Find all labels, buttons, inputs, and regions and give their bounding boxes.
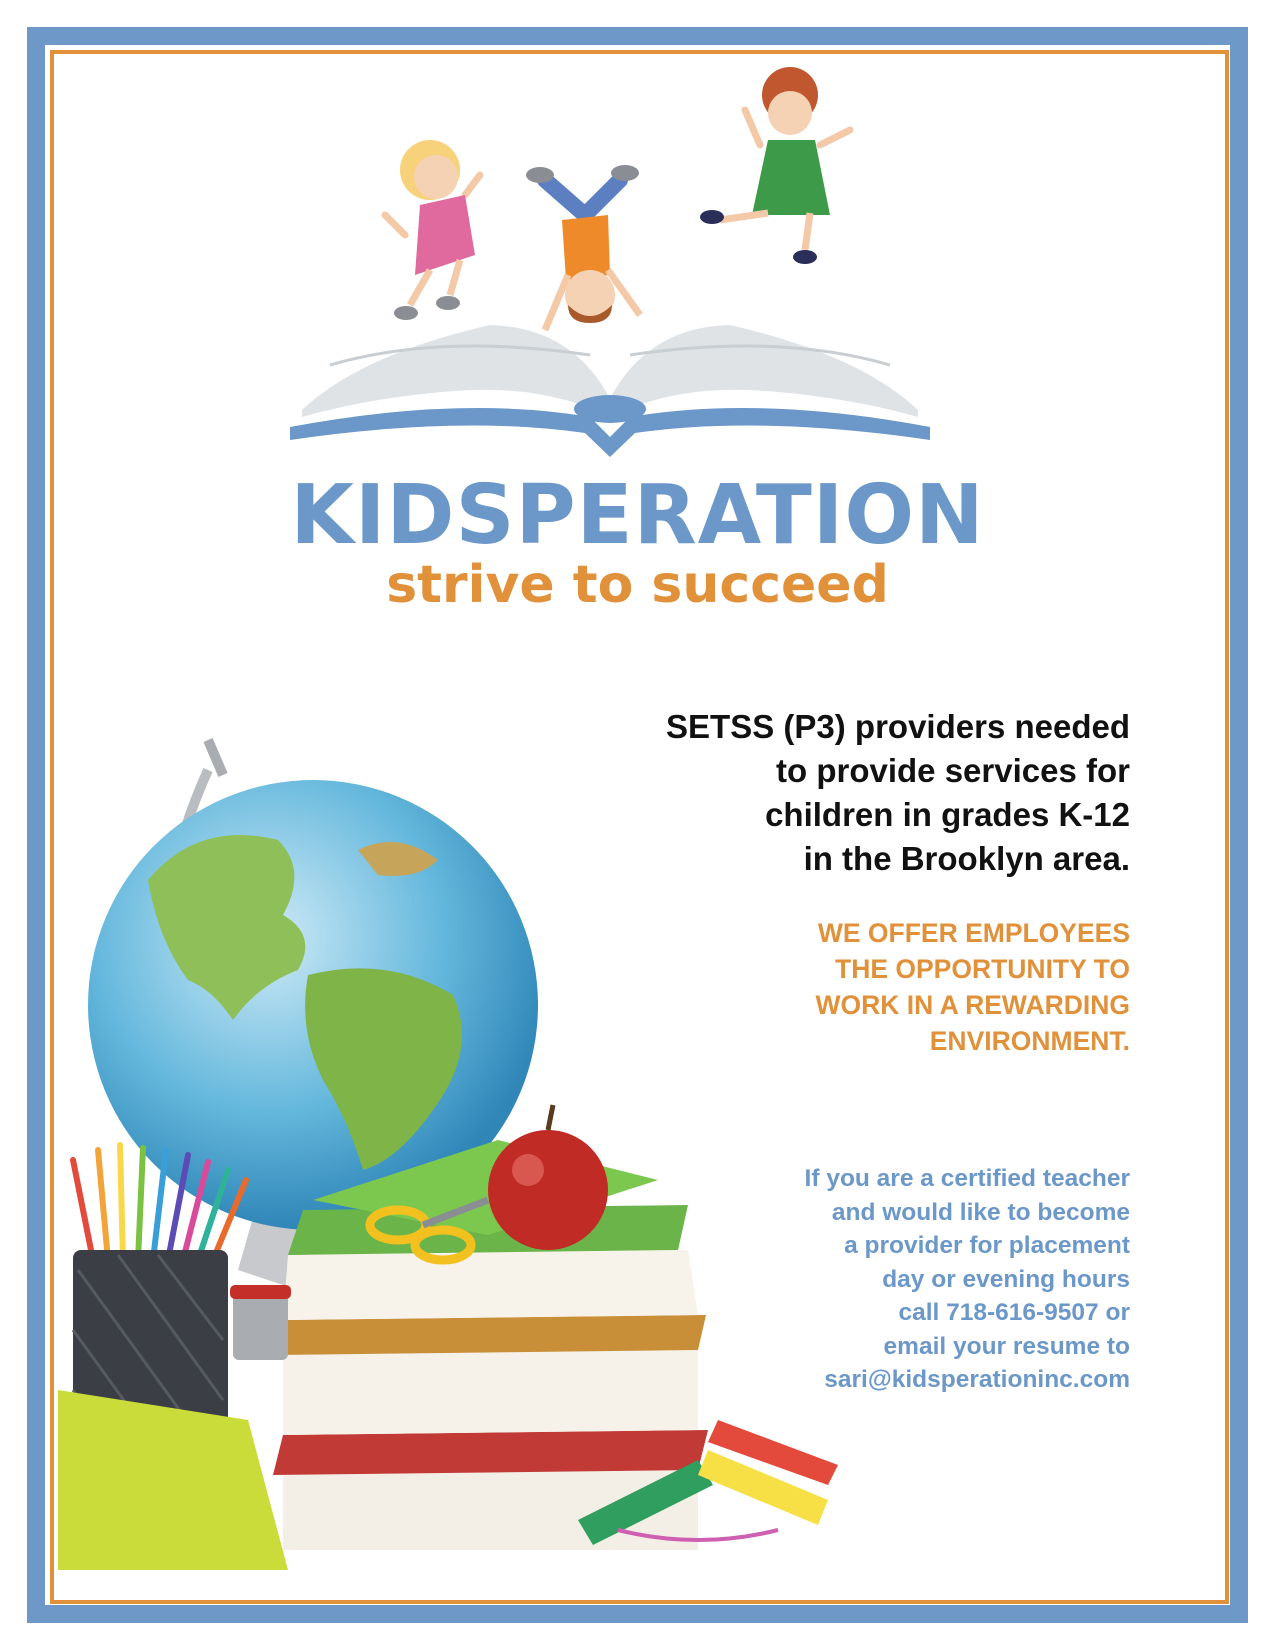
boy-cartwheel-figure (526, 165, 643, 332)
brand-name: KIDSPERATION (290, 468, 985, 563)
contact-line: a provider for placement (844, 1232, 1130, 1259)
offer-line: WE OFFER EMPLOYEES (817, 918, 1130, 948)
employee-offer-text: WE OFFER EMPLOYEES THE OPPORTUNITY TO WO… (815, 915, 1130, 1059)
providers-needed-line: children in grades K-12 (765, 796, 1130, 833)
open-book-icon (290, 325, 930, 457)
contact-line: and would like to become (831, 1198, 1130, 1226)
providers-needed-line: SETSS (P3) providers needed (666, 708, 1130, 745)
providers-needed-line: to provide services for (776, 752, 1130, 789)
contact-line: email your resume to (883, 1332, 1130, 1360)
offer-line: ENVIRONMENT. (929, 1026, 1130, 1056)
apple-icon (488, 1104, 608, 1250)
kids-on-book-logo-illustration (290, 67, 930, 457)
girl-green-dress-figure (700, 67, 854, 264)
providers-needed-line: in the Brooklyn area. (803, 840, 1130, 877)
contact-phone-line: call 718-616-9507 or (898, 1299, 1130, 1326)
offer-line: THE OPPORTUNITY TO (835, 954, 1130, 984)
girl-pink-dress-figure (381, 140, 484, 320)
contact-email[interactable]: sari@kidsperationinc.com (805, 1363, 1130, 1397)
contact-line: day or evening hours (882, 1265, 1130, 1293)
contact-line: If you are a certified teacher (804, 1165, 1130, 1192)
contact-info-text: If you are a certified teacher and would… (805, 1162, 1130, 1397)
paint-jar-icon (230, 1285, 291, 1360)
providers-needed-text: SETSS (P3) providers needed to provide s… (666, 705, 1130, 881)
tagline: strive to succeed (386, 555, 889, 615)
pencil-case-icon (58, 1390, 288, 1570)
offer-line: WORK IN A REWARDING (815, 990, 1130, 1020)
